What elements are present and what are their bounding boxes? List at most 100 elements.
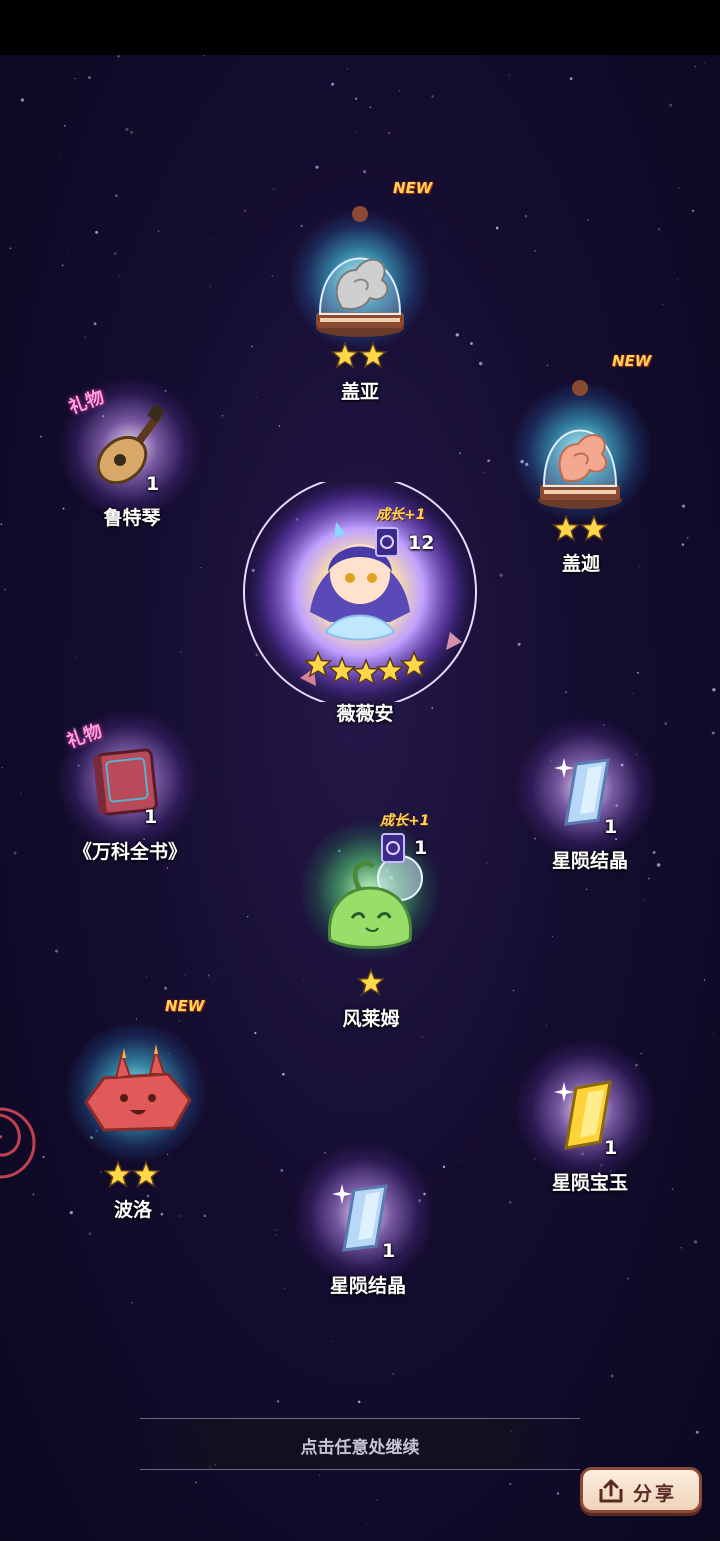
reward-name-gem: 星陨宝玉	[551, 1172, 629, 1194]
background-star	[517, 642, 521, 646]
share-icon	[599, 1479, 623, 1503]
background-star	[60, 676, 62, 678]
background-star	[566, 1527, 568, 1529]
background-star	[84, 336, 87, 339]
item-count: 1	[382, 1240, 396, 1262]
background-star	[74, 656, 77, 658]
background-star	[509, 929, 511, 931]
background-star	[512, 989, 515, 992]
background-star	[357, 1400, 361, 1404]
background-star	[681, 504, 686, 508]
book-icon	[92, 748, 158, 816]
new-tag: NEW	[612, 352, 652, 370]
two-star-rating-icon	[330, 341, 387, 369]
background-star	[552, 936, 554, 938]
status-bar	[0, 0, 720, 55]
background-star	[303, 979, 305, 981]
background-star	[718, 75, 720, 77]
background-star	[246, 915, 249, 918]
background-star	[131, 1302, 133, 1304]
background-star	[376, 1499, 378, 1501]
reward-name-slime: 风莱姆	[342, 1008, 400, 1030]
new-tag: NEW	[393, 179, 433, 197]
background-star	[113, 252, 117, 255]
background-star	[61, 264, 64, 267]
reward-polo[interactable]: NEW	[56, 997, 216, 1172]
item-count: 1	[604, 1137, 618, 1159]
reward-gem[interactable]: 1	[506, 1030, 666, 1190]
background-star	[88, 76, 91, 80]
background-star	[470, 66, 472, 67]
background-star	[366, 1522, 368, 1524]
background-star	[271, 275, 274, 277]
background-star	[115, 194, 118, 197]
background-star	[455, 333, 459, 337]
background-star	[210, 238, 212, 240]
background-star	[686, 536, 689, 539]
reward-name-gaia: 盖亚	[340, 381, 380, 403]
background-star	[643, 899, 645, 901]
card-count: 1	[414, 837, 428, 859]
background-star	[508, 1200, 512, 1204]
background-star	[457, 1160, 459, 1162]
reward-screen[interactable]: NEW 盖亚 NEW 盖迦 礼物 1 鲁特琴 成长+1 12 薇薇安 礼物 1 …	[0, 0, 720, 1541]
swirl-emblem-icon[interactable]	[0, 1095, 36, 1191]
share-button[interactable]: 分享	[580, 1467, 702, 1513]
background-star	[272, 188, 275, 191]
background-star	[398, 90, 401, 92]
two-star-rating-icon	[104, 1161, 160, 1187]
reward-name-encyclopedia: 《万科全书》	[72, 841, 188, 863]
growth-tag: 成长+1	[380, 813, 430, 829]
background-star	[707, 447, 709, 449]
background-star	[117, 55, 120, 58]
share-label: 分享	[633, 1483, 678, 1505]
reward-gaia[interactable]: NEW	[280, 179, 440, 360]
background-star	[676, 278, 679, 280]
background-star	[669, 103, 673, 107]
background-star	[280, 1169, 284, 1172]
background-star	[483, 471, 485, 473]
background-star	[585, 888, 588, 891]
reward-encyclopedia[interactable]: 礼物 1	[48, 700, 208, 860]
background-star	[486, 862, 488, 864]
background-star	[95, 230, 99, 234]
background-star	[632, 693, 634, 695]
background-star	[200, 567, 202, 569]
background-star	[125, 127, 129, 132]
background-star	[704, 62, 706, 64]
background-star	[638, 566, 641, 568]
background-star	[315, 165, 319, 169]
background-star	[275, 1234, 277, 1236]
background-star	[636, 671, 639, 674]
background-star	[119, 275, 121, 277]
reward-crystal-2[interactable]: 1	[284, 1134, 444, 1294]
background-star	[556, 1492, 560, 1495]
background-star	[163, 986, 168, 990]
background-star	[346, 68, 348, 70]
background-star	[331, 82, 335, 86]
background-star	[369, 106, 372, 109]
background-star	[355, 131, 357, 133]
reward-name-gaga: 盖迦	[561, 553, 601, 575]
background-star	[194, 932, 196, 934]
background-star	[179, 651, 182, 654]
reward-slime[interactable]: 成长+1 1	[290, 810, 450, 970]
background-star	[88, 1232, 92, 1236]
background-star	[671, 1188, 674, 1190]
background-star	[652, 1244, 653, 1246]
background-star	[703, 979, 706, 981]
background-star	[166, 867, 169, 869]
tap-to-continue-bar[interactable]: 点击任意处继续	[140, 1418, 580, 1470]
item-count: 1	[144, 806, 158, 828]
background-star	[105, 543, 107, 545]
reward-crystal-1[interactable]: 1	[506, 708, 666, 868]
growth-tag: 成长+1	[376, 507, 426, 523]
background-star	[392, 1373, 394, 1375]
background-star	[680, 1246, 682, 1249]
background-star	[13, 851, 17, 855]
background-star	[509, 1482, 512, 1486]
background-star	[64, 124, 66, 127]
background-star	[431, 95, 434, 98]
reward-gaga[interactable]: NEW	[502, 352, 662, 532]
background-star	[3, 588, 7, 591]
